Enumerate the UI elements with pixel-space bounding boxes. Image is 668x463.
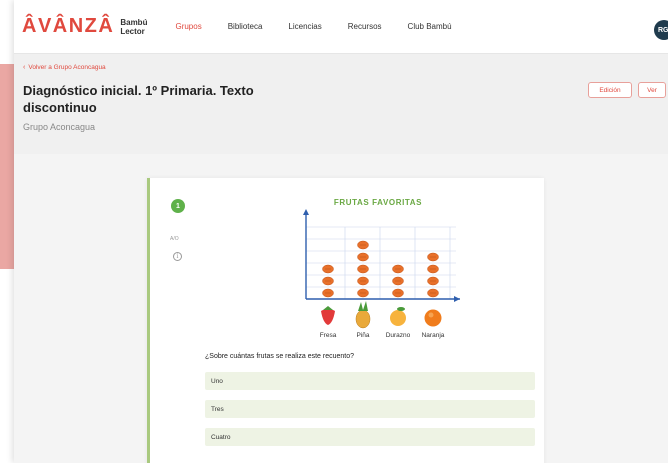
nav-item-club-bambu[interactable]: Club Bambú [408, 16, 452, 37]
x-axis-arrow [454, 296, 460, 302]
brand-sub-line1: Bambú [120, 17, 148, 27]
group-name: Grupo Aconcagua [23, 122, 96, 132]
brand-logo[interactable]: ÂVÂNZÂ Bambú Lector [22, 15, 147, 38]
nav-item-grupos[interactable]: Grupos [175, 16, 201, 37]
category-label: Piña [356, 332, 369, 339]
nav-item-recursos[interactable]: Recursos [348, 16, 382, 37]
peach-icon [390, 307, 406, 326]
page-title: Diagnóstico inicial. 1º Primaria. Texto … [23, 83, 254, 115]
user-avatar[interactable]: RG [654, 20, 668, 40]
chart-fruit-icons [321, 301, 442, 329]
decorative-pink-band [0, 64, 14, 269]
view-button[interactable]: Ver [638, 82, 666, 98]
brand-subtitle: Bambú Lector [120, 18, 147, 36]
page-header: ‹ Volver a Grupo Aconcagua Diagnóstico i… [14, 54, 668, 154]
nav-item-licencias[interactable]: Licencias [288, 16, 321, 37]
main-nav: Grupos Biblioteca Licencias Recursos Clu… [175, 16, 477, 37]
orange-icon [424, 309, 442, 327]
brand-sub-line2: Lector [120, 26, 145, 36]
category-label: Durazno [386, 332, 411, 339]
answer-option[interactable]: Tres [205, 400, 535, 418]
back-link-label: Volver a Grupo Aconcagua [28, 64, 106, 71]
answer-option[interactable]: Uno [205, 372, 535, 390]
pineapple-icon [355, 301, 371, 329]
top-nav-bar: ÂVÂNZÂ Bambú Lector Grupos Biblioteca Li… [14, 0, 668, 54]
chart-grid [305, 226, 456, 300]
y-axis-arrow [303, 209, 309, 215]
chart-markers [322, 240, 439, 298]
chart-category-labels: Fresa Piña Durazno Naranja [320, 332, 445, 339]
question-card: 1 A/O i FRUTAS FAVORITAS Fresa Piña Durazn… [147, 178, 544, 463]
chevron-left-icon: ‹ [23, 64, 26, 71]
question-prompt: ¿Sobre cuántas frutas se realiza este re… [205, 353, 355, 360]
edit-button[interactable]: Edición [588, 82, 632, 98]
chart-title: FRUTAS FAVORITAS [334, 198, 422, 207]
back-link[interactable]: ‹ Volver a Grupo Aconcagua [23, 64, 668, 71]
app-window: ÂVÂNZÂ Bambú Lector Grupos Biblioteca Li… [14, 0, 668, 463]
nav-item-biblioteca[interactable]: Biblioteca [228, 16, 263, 37]
info-icon[interactable]: i [173, 252, 182, 261]
pictograph-chart: FRUTAS FAVORITAS Fresa Piña Durazno Naranja [303, 198, 460, 339]
question-side-label: A/O [170, 236, 179, 242]
category-label: Fresa [320, 332, 337, 339]
strawberry-icon [321, 306, 335, 325]
answer-option[interactable]: Cuatro [205, 428, 535, 446]
category-label: Naranja [422, 332, 445, 339]
brand-name: ÂVÂNZÂ [22, 15, 115, 37]
question-number-badge[interactable]: 1 [171, 199, 185, 213]
